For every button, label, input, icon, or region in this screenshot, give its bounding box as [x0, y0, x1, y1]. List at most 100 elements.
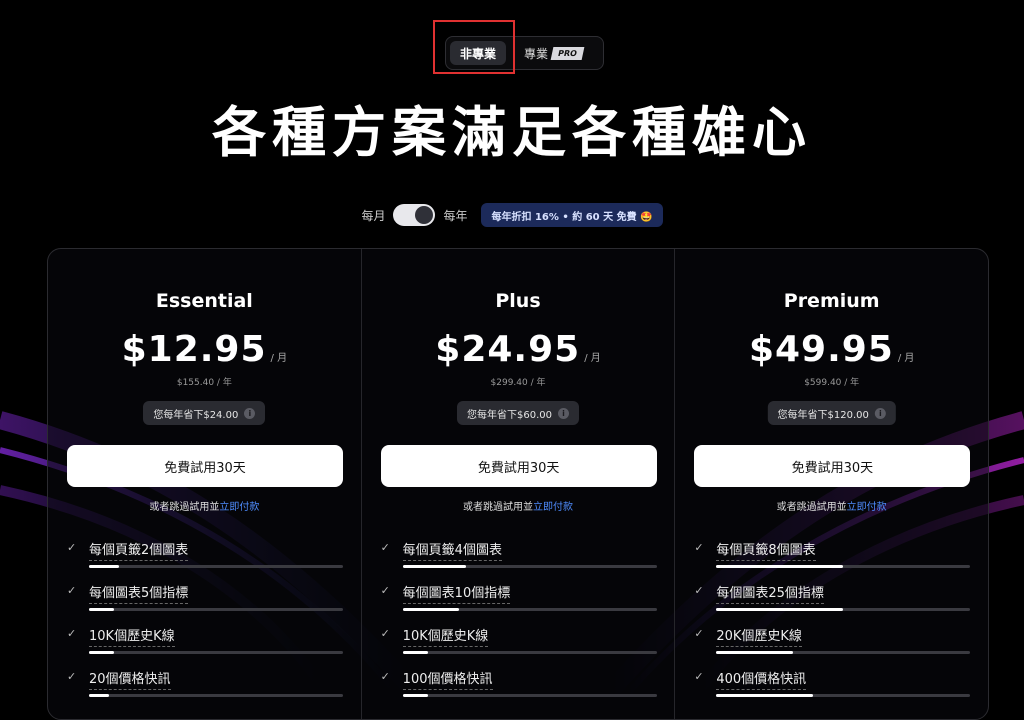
annual-price: $299.40 / 年: [490, 378, 546, 388]
feature-row: ✓ 每個頁籤8個圖表: [694, 539, 971, 582]
check-icon: ✓: [694, 541, 704, 554]
free-trial-button[interactable]: 免費試用30天: [67, 445, 343, 487]
price: $49.95: [748, 329, 894, 370]
pricing-card: Essential $12.95 / 月 $155.40 / 年 您每年省下$2…: [47, 248, 989, 720]
check-icon: ✓: [67, 627, 77, 640]
savings-text: 您每年省下$120.00: [777, 409, 869, 421]
feature-level-track: [402, 694, 657, 697]
feature-row: ✓ 每個頁籤2個圖表: [67, 539, 343, 582]
feature-row: ✓ 每個圖表10個指標: [381, 582, 657, 625]
savings-text: 您每年省下$24.00: [153, 409, 239, 421]
info-icon[interactable]: i: [558, 407, 569, 419]
pro-tab-label: 專業: [524, 46, 549, 61]
price: $12.95: [121, 329, 267, 370]
pro-badge: PRO: [550, 46, 585, 60]
toggle-knob: [415, 206, 434, 224]
feature-level-fill: [89, 565, 120, 568]
skip-prefix: 或者跳過試用並: [463, 502, 533, 513]
check-icon: ✓: [380, 541, 390, 554]
check-icon: ✓: [694, 670, 704, 683]
check-icon: ✓: [67, 670, 77, 683]
check-icon: ✓: [694, 627, 704, 640]
feature-text[interactable]: 每個頁籤2個圖表: [89, 539, 189, 561]
feature-row: ✓ 10K個歷史K線: [67, 625, 343, 668]
price-row: $49.95 / 月: [675, 329, 988, 370]
pay-now-link[interactable]: 立即付款: [533, 502, 573, 513]
feature-level-track: [89, 694, 343, 697]
annual-discount-badge: 每年折扣 16% • 約 60 天 免費 🤩: [481, 203, 663, 227]
check-icon: ✓: [694, 584, 704, 597]
feature-text[interactable]: 20K個歷史K線: [716, 625, 802, 647]
free-trial-button[interactable]: 免費試用30天: [694, 445, 971, 487]
feature-level-fill: [89, 608, 115, 611]
skip-trial-note: 或者跳過試用並立即付款: [362, 498, 675, 513]
skip-trial-note: 或者跳過試用並立即付款: [675, 498, 988, 513]
feature-level-fill: [716, 565, 844, 568]
price-period: / 月: [270, 353, 288, 364]
feature-text[interactable]: 10K個歷史K線: [89, 625, 175, 647]
skip-prefix: 或者跳過試用並: [776, 502, 847, 513]
savings-badge: 您每年省下$24.00 i: [143, 401, 266, 425]
feature-text[interactable]: 每個圖表10個指標: [402, 582, 511, 604]
check-icon: ✓: [67, 584, 77, 597]
price-period: / 月: [584, 353, 601, 364]
feature-text[interactable]: 每個頁籤4個圖表: [402, 539, 502, 561]
feature-row: ✓ 每個圖表5個指標: [67, 582, 343, 625]
billing-period-toggle: 每月 每年 每年折扣 16% • 約 60 天 免費 🤩: [0, 203, 1024, 227]
price-row: $12.95 / 月: [48, 329, 361, 370]
feature-level-fill: [402, 651, 429, 654]
feature-level-fill: [716, 694, 813, 697]
skip-trial-note: 或者跳過試用並立即付款: [48, 498, 361, 513]
savings-badge: 您每年省下$120.00 i: [767, 401, 896, 425]
feature-level-track: [716, 608, 971, 611]
plan-name: Plus: [495, 290, 541, 312]
free-trial-button[interactable]: 免費試用30天: [380, 445, 657, 487]
check-icon: ✓: [67, 541, 77, 554]
feature-row: ✓ 20個價格快訊: [67, 668, 343, 711]
non-pro-tab[interactable]: 非專業: [450, 41, 507, 65]
feature-row: ✓ 100個價格快訊: [381, 668, 657, 711]
check-icon: ✓: [380, 584, 390, 597]
yearly-label[interactable]: 每年: [443, 207, 467, 224]
feature-level-track: [89, 608, 343, 611]
plan-name: Premium: [783, 290, 880, 312]
feature-level-track: [716, 651, 971, 654]
feature-level-fill: [89, 694, 110, 697]
billing-toggle-switch[interactable]: [393, 204, 436, 226]
plan-plus: Plus $24.95 / 月 $299.40 / 年 您每年省下$60.00 …: [362, 249, 676, 719]
feature-text[interactable]: 每個頁籤8個圖表: [716, 539, 816, 561]
feature-level-fill: [402, 694, 429, 697]
feature-text[interactable]: 每個圖表5個指標: [89, 582, 189, 604]
feature-level-fill: [716, 608, 844, 611]
feature-row: ✓ 每個圖表25個指標: [694, 582, 971, 625]
plan-premium: Premium $49.95 / 月 $599.40 / 年 您每年省下$120…: [675, 249, 988, 719]
info-icon[interactable]: i: [874, 407, 886, 419]
price-period: / 月: [897, 353, 915, 364]
savings-badge: 您每年省下$60.00 i: [457, 401, 579, 425]
check-icon: ✓: [380, 627, 390, 640]
price: $24.95: [435, 329, 581, 370]
pro-tab[interactable]: 專業 PRO: [514, 41, 593, 65]
feature-text[interactable]: 400個價格快訊: [716, 668, 807, 690]
annual-price: $155.40 / 年: [176, 378, 232, 388]
feature-level-track: [716, 694, 971, 697]
feature-text[interactable]: 每個圖表25個指標: [716, 582, 824, 604]
feature-level-fill: [89, 651, 115, 654]
plan-name: Essential: [155, 290, 253, 312]
check-icon: ✓: [380, 670, 390, 683]
feature-level-track: [402, 608, 657, 611]
skip-prefix: 或者跳過試用並: [149, 502, 220, 513]
feature-text[interactable]: 20個價格快訊: [89, 668, 171, 690]
pay-now-link[interactable]: 立即付款: [219, 502, 259, 513]
plan-essential: Essential $12.95 / 月 $155.40 / 年 您每年省下$2…: [48, 249, 362, 719]
feature-level-track: [716, 565, 971, 568]
pay-now-link[interactable]: 立即付款: [847, 502, 887, 513]
feature-level-track: [402, 651, 657, 654]
feature-row: ✓ 20K個歷史K線: [694, 625, 971, 668]
monthly-label[interactable]: 每月: [361, 207, 385, 224]
feature-row: ✓ 400個價格快訊: [694, 668, 971, 711]
info-icon[interactable]: i: [244, 407, 256, 419]
feature-text[interactable]: 10K個歷史K線: [402, 625, 489, 647]
feature-text[interactable]: 100個價格快訊: [402, 668, 493, 690]
feature-level-track: [89, 565, 343, 568]
